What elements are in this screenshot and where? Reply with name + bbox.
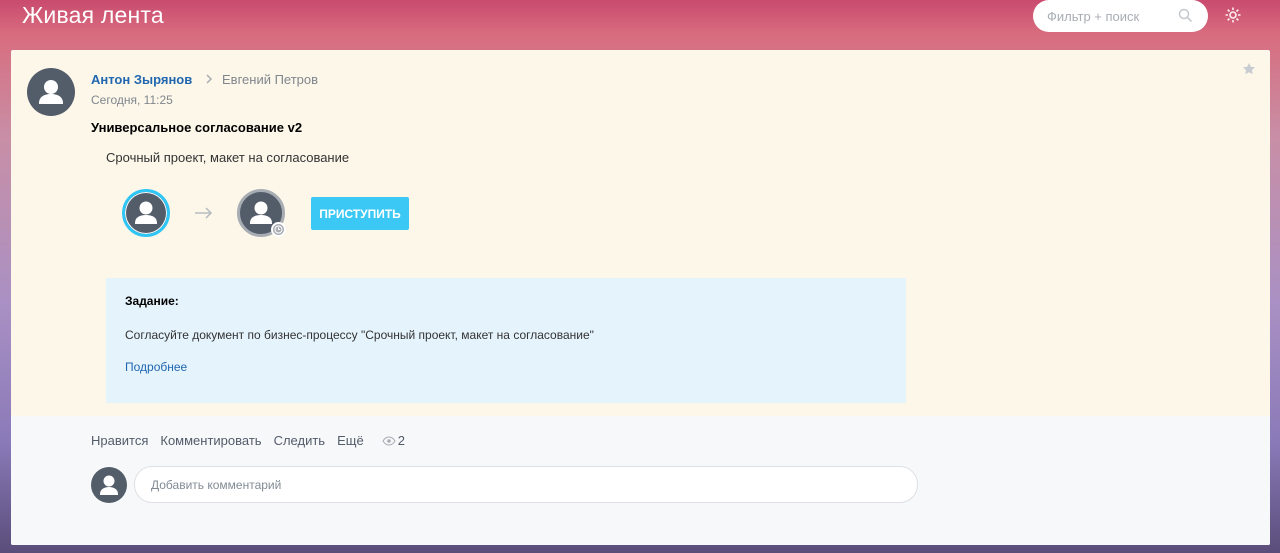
comment-input[interactable] xyxy=(134,466,918,503)
user-avatar-icon xyxy=(135,201,157,224)
post-text: Срочный проект, макет на согласование xyxy=(106,150,350,165)
user-avatar-icon xyxy=(100,475,118,495)
views-count: 2 xyxy=(397,433,405,448)
workflow-author-avatar[interactable] xyxy=(122,189,170,237)
post-title: Универсальное согласование v2 xyxy=(91,120,303,135)
arrow-right-icon xyxy=(195,207,213,219)
current-user-avatar xyxy=(91,467,127,503)
like-button[interactable]: Нравится xyxy=(91,433,148,448)
task-heading: Задание: xyxy=(125,294,179,308)
start-button[interactable]: ПРИСТУПИТЬ xyxy=(311,197,409,230)
clock-icon xyxy=(271,222,286,237)
feed-post-card: Антон Зырянов Евгений Петров Сегодня, 11… xyxy=(11,50,1270,545)
author-name-link[interactable]: Антон Зырянов xyxy=(91,72,192,87)
search-input[interactable] xyxy=(1047,8,1177,24)
task-text: Согласуйте документ по бизнес-процессу "… xyxy=(125,328,594,342)
author-avatar[interactable] xyxy=(27,68,75,116)
search-box[interactable] xyxy=(1033,0,1208,32)
star-icon[interactable] xyxy=(1242,62,1256,76)
comment-button[interactable]: Комментировать xyxy=(160,433,261,448)
search-icon[interactable] xyxy=(1178,8,1192,22)
post-actions: Нравится Комментировать Следить Ещё 2 xyxy=(91,433,405,448)
post-date[interactable]: Сегодня, 11:25 xyxy=(91,93,173,107)
settings-icon[interactable] xyxy=(1224,6,1242,24)
user-avatar-icon xyxy=(39,80,63,104)
recipient-name[interactable]: Евгений Петров xyxy=(222,72,318,87)
page-title: Живая лента xyxy=(22,2,164,28)
views-counter[interactable]: 2 xyxy=(382,433,405,448)
more-button[interactable]: Ещё xyxy=(337,433,364,448)
eye-icon xyxy=(382,435,396,446)
task-box: Задание: Согласуйте документ по бизнес-п… xyxy=(106,278,906,403)
task-details-link[interactable]: Подробнее xyxy=(125,360,187,374)
chevron-right-icon xyxy=(206,74,213,84)
follow-button[interactable]: Следить xyxy=(274,433,326,448)
